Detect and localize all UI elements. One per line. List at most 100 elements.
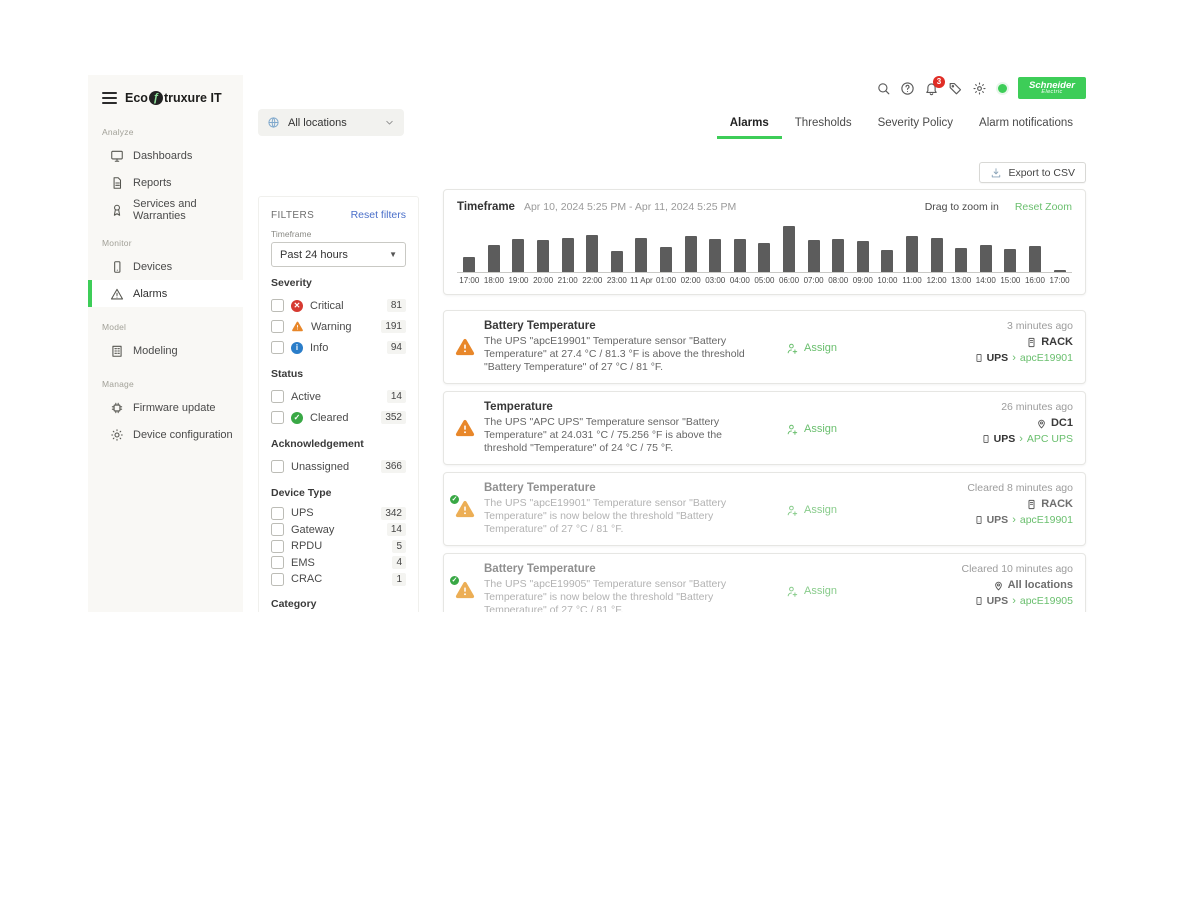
device-link[interactable]: apcE19901 — [1020, 514, 1073, 526]
notifications-bell-icon[interactable]: 3 — [924, 81, 939, 96]
chart-x-axis-ticks: 17:0018:0019:0020:0021:0022:0023:0011 Ap… — [457, 276, 1072, 289]
filter-option-label: Gateway — [291, 524, 334, 536]
critical-icon: ✕ — [291, 300, 303, 312]
sidebar-item-dashboards[interactable]: Dashboards — [88, 142, 243, 169]
sidebar-item-devices[interactable]: Devices — [88, 253, 243, 280]
chart-bar — [635, 238, 647, 272]
filter-option-label: Unassigned — [291, 461, 349, 473]
settings-gear-icon[interactable] — [972, 81, 987, 96]
filter-checkbox-warning[interactable] — [271, 320, 284, 333]
filter-option-rpdu: RPDU5 — [271, 538, 406, 555]
chart-bar-slot — [531, 240, 556, 272]
assign-button[interactable]: Assign — [786, 322, 837, 374]
chart-bar-slot — [801, 240, 826, 272]
chart-tick-label: 03:00 — [703, 276, 728, 285]
chart-bar-slot — [703, 239, 728, 272]
ups-icon — [981, 434, 991, 444]
device-link[interactable]: apcE19905 — [1020, 595, 1073, 607]
alarm-body: Battery TemperatureThe UPS "apcE19901" T… — [484, 320, 746, 374]
sidebar-item-modeling[interactable]: Modeling — [88, 337, 243, 364]
feedback-tag-icon[interactable] — [948, 81, 963, 96]
content-row: FILTERS Reset filters Timeframe Past 24 … — [258, 189, 1086, 612]
chart-bars — [457, 225, 1072, 273]
export-csv-button[interactable]: Export to CSV — [979, 162, 1086, 183]
chart-bar — [783, 226, 795, 272]
reports-icon — [110, 176, 124, 190]
assign-button[interactable]: Assign — [786, 403, 837, 455]
sidebar-item-reports[interactable]: Reports — [88, 169, 243, 196]
logo-eco: Eco — [125, 91, 148, 105]
filter-checkbox-critical[interactable] — [271, 299, 284, 312]
ecostruxure-symbol-icon: ƒ — [149, 91, 163, 105]
assign-label: Assign — [804, 342, 837, 354]
chart-tick-label: 02:00 — [678, 276, 703, 285]
sidebar-section-label: Analyze — [102, 127, 243, 137]
chart-bar-slot — [1047, 270, 1072, 272]
search-icon[interactable] — [876, 81, 891, 96]
chart-bar-slot — [482, 245, 507, 272]
select-caret-icon: ▼ — [389, 250, 397, 259]
user-avatar[interactable] — [996, 82, 1009, 95]
reset-filters-link[interactable]: Reset filters — [351, 209, 406, 221]
sidebar: Eco ƒ truxure IT AnalyzeDashboardsReport… — [88, 75, 243, 612]
filter-checkbox-active[interactable] — [271, 390, 284, 403]
assign-label: Assign — [804, 504, 837, 516]
chart-bar-slot — [555, 238, 580, 272]
filter-option-label: Info — [310, 342, 328, 354]
sidebar-item-device-configuration[interactable]: Device configuration — [88, 421, 243, 448]
filter-checkbox-info[interactable] — [271, 341, 284, 354]
chart-bar — [832, 239, 844, 272]
filter-checkbox-unassigned[interactable] — [271, 460, 284, 473]
assign-person-icon — [786, 585, 799, 598]
alarm-card[interactable]: Battery TemperatureThe UPS "apcE19901" T… — [443, 310, 1086, 384]
tab-alarms[interactable]: Alarms — [717, 109, 782, 139]
export-row: Export to CSV — [258, 162, 1086, 183]
alarm-title: Battery Temperature — [484, 563, 746, 575]
alarm-breadcrumb: UPS›apcE19901 — [974, 352, 1073, 364]
location-selector[interactable]: All locations — [258, 109, 404, 136]
filter-checkbox-crac[interactable] — [271, 573, 284, 586]
chart-bar — [1004, 249, 1016, 272]
chart-bar — [512, 239, 524, 272]
alarms-icon — [110, 287, 124, 301]
reset-zoom-link[interactable]: Reset Zoom — [1015, 201, 1072, 213]
filter-option-label: EMS — [291, 557, 315, 569]
filter-checkbox-gateway[interactable] — [271, 523, 284, 536]
filter-group-label-acknowledgement: Acknowledgement — [271, 438, 406, 450]
filter-option-crac: CRAC1 — [271, 571, 406, 588]
sidebar-item-alarms[interactable]: Alarms — [88, 280, 243, 307]
tab-alarm-notifications[interactable]: Alarm notifications — [966, 109, 1086, 139]
chart-bar-slot — [826, 239, 851, 272]
tab-severity-policy[interactable]: Severity Policy — [865, 109, 966, 139]
alarm-card[interactable]: ✓Battery TemperatureThe UPS "apcE19901" … — [443, 472, 1086, 546]
timeframe-select[interactable]: Past 24 hours ▼ — [271, 242, 406, 267]
device-type: UPS — [974, 514, 1009, 526]
chart-tick-label: 17:00 — [457, 276, 482, 285]
alarm-histogram-chart[interactable]: 17:0018:0019:0020:0021:0022:0023:0011 Ap… — [457, 225, 1072, 289]
drag-to-zoom-hint: Drag to zoom in — [925, 201, 999, 213]
filter-option-count: 81 — [387, 299, 406, 312]
warning-icon — [454, 336, 476, 358]
device-link[interactable]: apcE19901 — [1020, 352, 1073, 364]
filter-option-count: 342 — [381, 507, 406, 520]
device-link[interactable]: APC UPS — [1027, 433, 1073, 445]
alarm-card[interactable]: TemperatureThe UPS "APC UPS" Temperature… — [443, 391, 1086, 465]
alarm-card[interactable]: ✓Battery TemperatureThe UPS "apcE19905" … — [443, 553, 1086, 612]
sidebar-item-services-and-warranties[interactable]: Services and Warranties — [88, 196, 243, 223]
chart-bar — [758, 243, 770, 272]
filter-checkbox-cleared[interactable] — [271, 411, 284, 424]
help-icon[interactable] — [900, 81, 915, 96]
filter-checkbox-rpdu[interactable] — [271, 540, 284, 553]
filter-checkbox-ems[interactable] — [271, 556, 284, 569]
chart-tick-label: 11:00 — [900, 276, 925, 285]
globe-icon — [267, 116, 280, 129]
sidebar-item-firmware-update[interactable]: Firmware update — [88, 394, 243, 421]
assign-button[interactable]: Assign — [786, 484, 837, 536]
filter-checkbox-ups[interactable] — [271, 507, 284, 520]
sidebar-item-label: Modeling — [133, 345, 178, 357]
assign-button[interactable]: Assign — [786, 565, 837, 612]
menu-icon[interactable] — [102, 92, 117, 104]
chart-bar-slot — [728, 239, 753, 272]
tab-thresholds[interactable]: Thresholds — [782, 109, 865, 139]
alarms-feed: Timeframe Apr 10, 2024 5:25 PM - Apr 11,… — [443, 189, 1086, 612]
